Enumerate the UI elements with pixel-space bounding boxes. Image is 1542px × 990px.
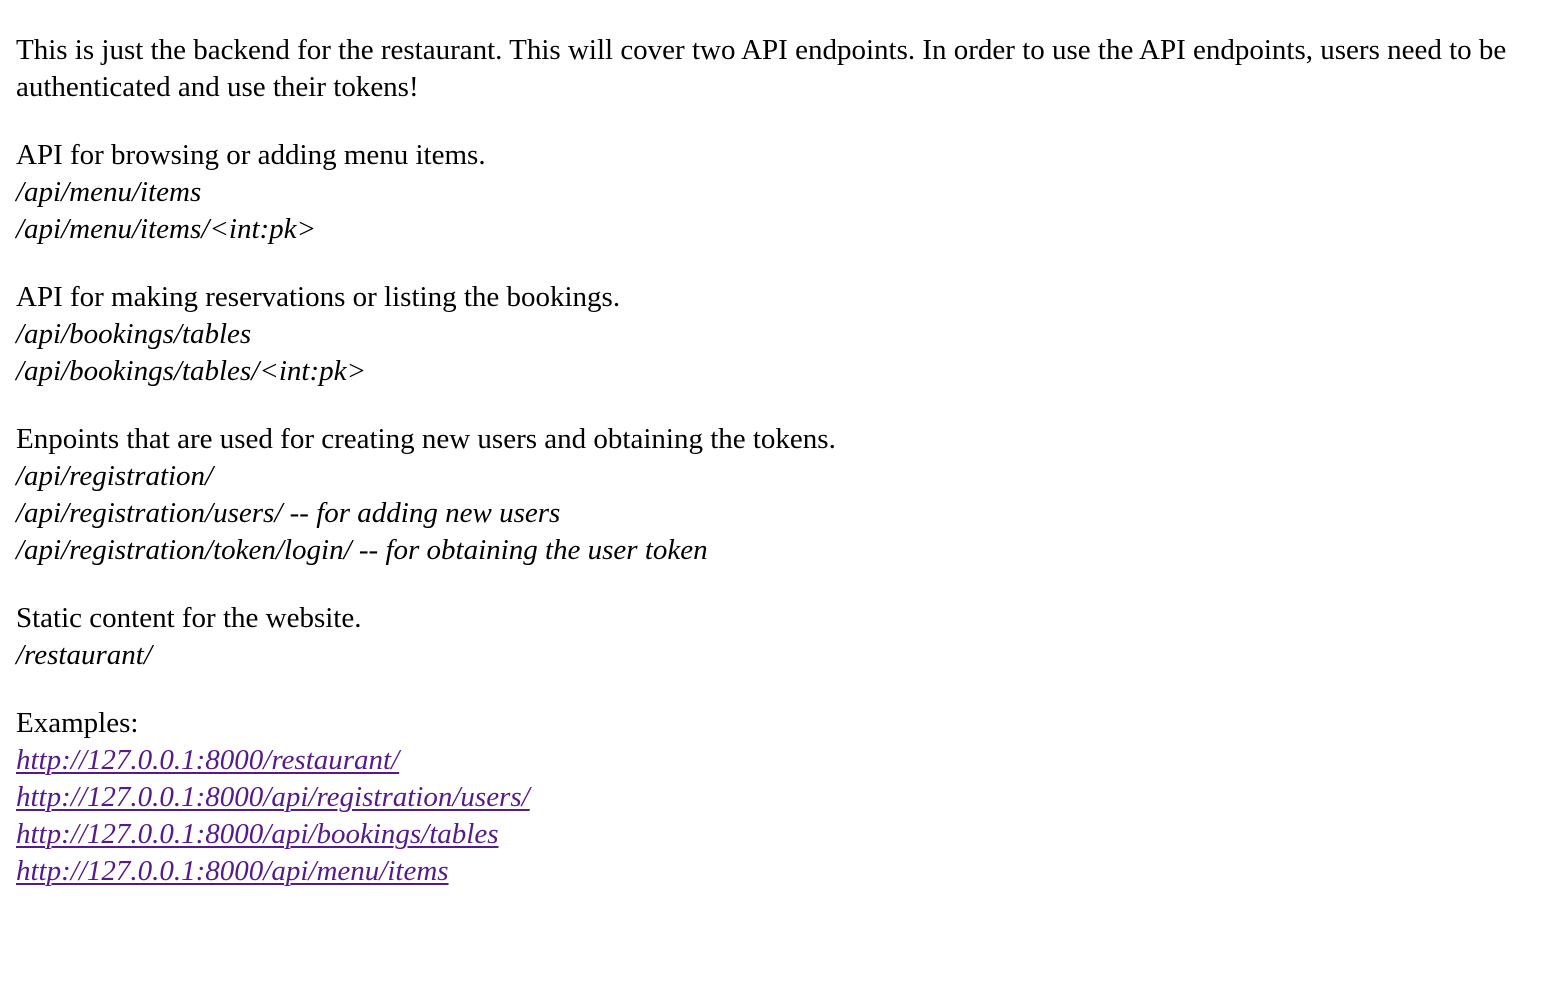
section-heading: Static content for the website. (16, 602, 362, 634)
intro-paragraph: This is just the backend for the restaur… (16, 34, 1507, 103)
endpoint-path: /api/bookings/tables/<int:pk> (16, 355, 367, 387)
endpoint-path: /api/registration/token/login/ -- for ob… (16, 534, 708, 566)
registration-section: Enpoints that are used for creating new … (16, 421, 1526, 569)
section-heading: API for making reservations or listing t… (16, 281, 621, 313)
endpoint-path: /api/menu/items/<int:pk> (16, 213, 317, 245)
example-link-menu-items[interactable]: http://127.0.0.1:8000/api/menu/items (16, 853, 1526, 890)
page-content: This is just the backend for the restaur… (16, 32, 1526, 921)
endpoint-path: /restaurant/ (16, 639, 152, 671)
bookings-section: API for making reservations or listing t… (16, 279, 1526, 390)
examples-section: Examples: http://127.0.0.1:8000/restaura… (16, 705, 1526, 890)
example-link-registration-users[interactable]: http://127.0.0.1:8000/api/registration/u… (16, 779, 1526, 816)
menu-items-section: API for browsing or adding menu items. /… (16, 137, 1526, 248)
endpoint-path: /api/menu/items (16, 176, 202, 208)
static-content-section: Static content for the website. /restaur… (16, 600, 1526, 674)
endpoint-path: /api/bookings/tables (16, 318, 252, 350)
example-link-bookings-tables[interactable]: http://127.0.0.1:8000/api/bookings/table… (16, 816, 1526, 853)
endpoint-path: /api/registration/users/ -- for adding n… (16, 497, 561, 529)
endpoint-path: /api/registration/ (16, 460, 214, 492)
example-link-restaurant[interactable]: http://127.0.0.1:8000/restaurant/ (16, 742, 1526, 779)
section-heading: Enpoints that are used for creating new … (16, 423, 836, 455)
section-heading: API for browsing or adding menu items. (16, 139, 486, 171)
examples-heading: Examples: (16, 707, 139, 739)
